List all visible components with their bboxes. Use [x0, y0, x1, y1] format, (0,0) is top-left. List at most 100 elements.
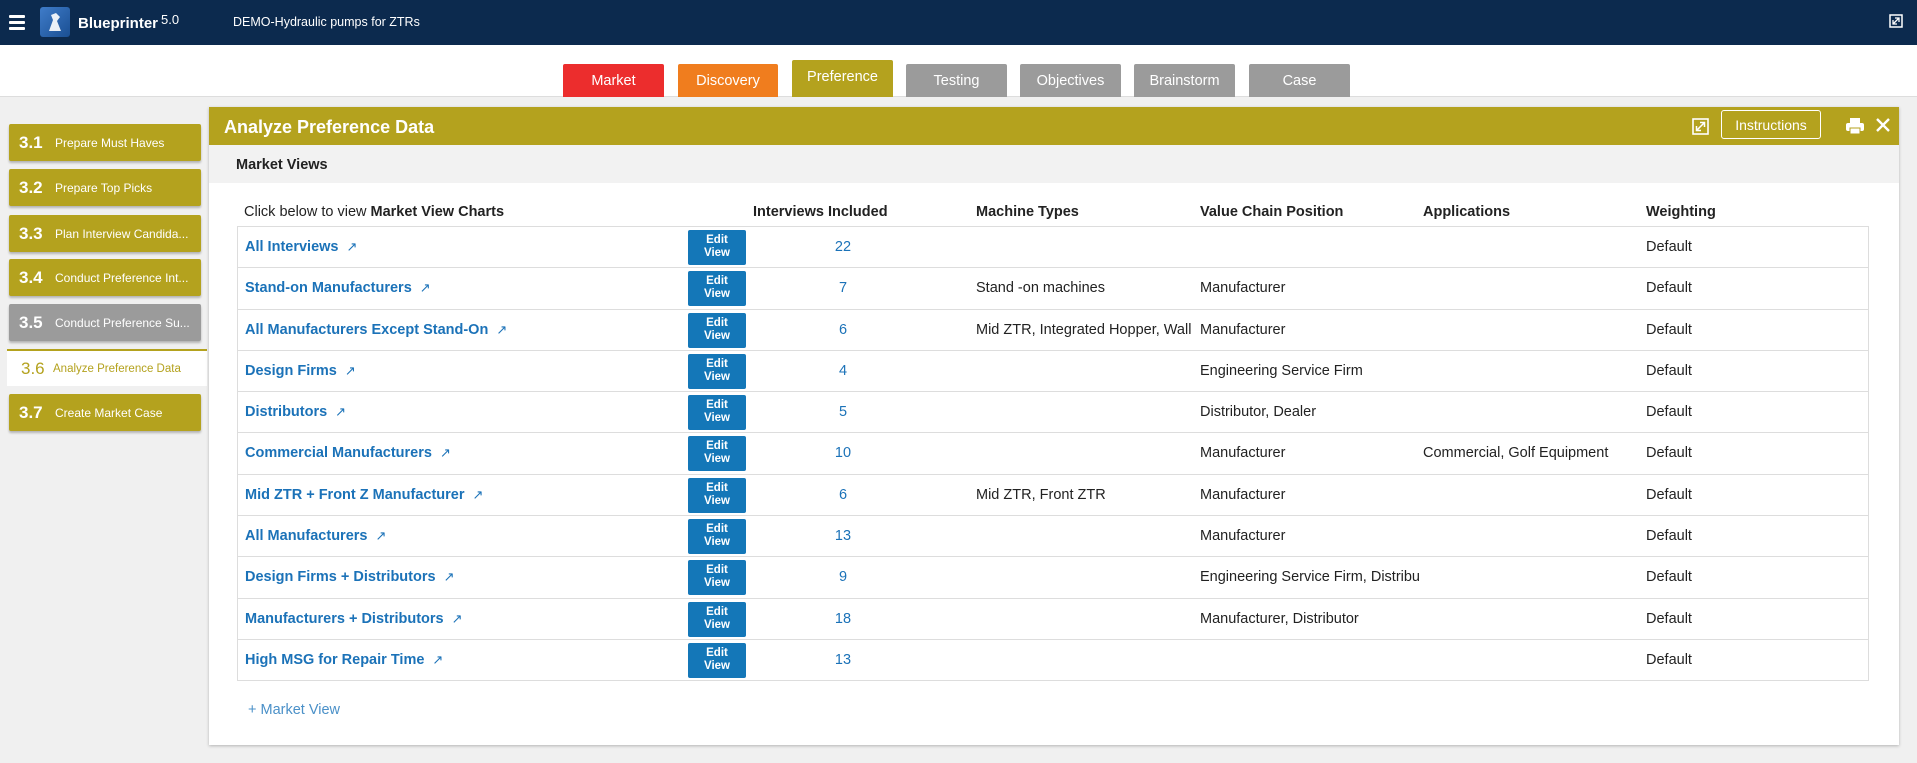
edit-label: Edit — [706, 316, 728, 329]
column-header-applications: Applications — [1423, 204, 1511, 220]
tab-testing[interactable]: Testing — [906, 64, 1007, 97]
project-title: DEMO-Hydraulic pumps for ZTRs — [233, 15, 420, 29]
market-view-link[interactable]: Distributors ↗ — [245, 404, 346, 420]
edit-view-button[interactable]: Edit View — [688, 271, 746, 307]
step-label: Conduct Preference Su... — [55, 315, 190, 330]
open-external-icon[interactable]: ↗ — [345, 363, 356, 379]
open-external-icon[interactable]: ↗ — [473, 487, 484, 503]
sidebar-item-conduct-preference-survey[interactable]: 3.5 Conduct Preference Su... — [9, 304, 201, 341]
market-view-name[interactable]: Manufacturers + Distributors — [245, 611, 444, 627]
interviews-count[interactable]: 13 — [828, 652, 858, 668]
market-view-link[interactable]: Manufacturers + Distributors ↗ — [245, 611, 463, 627]
interviews-count[interactable]: 22 — [828, 239, 858, 255]
interviews-count[interactable]: 10 — [828, 445, 858, 461]
step-number: 3.2 — [19, 177, 43, 197]
tab-market[interactable]: Market — [563, 64, 664, 97]
edit-view-button[interactable]: Edit View — [688, 312, 746, 348]
tab-preference[interactable]: Preference — [792, 60, 893, 97]
open-external-icon[interactable]: ↗ — [346, 239, 357, 255]
print-icon[interactable] — [1845, 117, 1865, 135]
tab-case[interactable]: Case — [1249, 64, 1350, 97]
interviews-count[interactable]: 13 — [828, 528, 858, 544]
value-chain-position: Engineering Service Firm — [1200, 362, 1363, 379]
step-number: 3.5 — [19, 312, 43, 332]
tab-brainstorm[interactable]: Brainstorm — [1134, 64, 1235, 97]
sidebar-item-prepare-top-picks[interactable]: 3.2 Prepare Top Picks — [9, 169, 201, 206]
view-label: View — [704, 329, 730, 342]
sidebar-item-plan-interview[interactable]: 3.3 Plan Interview Candida... — [9, 215, 201, 252]
add-market-view-link[interactable]: + Market View — [248, 702, 340, 718]
open-external-icon[interactable]: ↗ — [432, 652, 443, 668]
market-view-link[interactable]: Commercial Manufacturers ↗ — [245, 445, 451, 461]
open-external-icon[interactable]: ↗ — [444, 569, 455, 585]
edit-view-button[interactable]: Edit View — [688, 230, 746, 265]
step-label: Create Market Case — [55, 405, 163, 420]
open-external-icon[interactable]: ↗ — [335, 404, 346, 420]
interviews-count[interactable]: 4 — [828, 363, 858, 379]
interviews-count[interactable]: 9 — [828, 569, 858, 585]
market-view-name[interactable]: High MSG for Repair Time — [245, 652, 424, 668]
weighting: Default — [1646, 569, 1692, 586]
market-views-table: All Interviews ↗ Edit View 22 Default Stan… — [237, 226, 1869, 682]
step-label: Conduct Preference Int... — [55, 270, 189, 285]
instructions-button[interactable]: Instructions — [1721, 110, 1821, 139]
view-label: View — [704, 618, 730, 631]
open-external-icon[interactable]: ↗ — [440, 445, 451, 461]
sidebar-item-analyze-preference-data[interactable]: 3.6 Analyze Preference Data — [7, 349, 207, 386]
market-view-name[interactable]: Mid ZTR + Front Z Manufacturer — [245, 487, 465, 503]
interviews-count[interactable]: 18 — [828, 611, 858, 627]
edit-view-button[interactable]: Edit View — [688, 353, 746, 389]
market-view-name[interactable]: All Interviews — [245, 239, 338, 255]
step-label: Prepare Top Picks — [55, 180, 153, 195]
interviews-count[interactable]: 5 — [828, 404, 858, 420]
market-view-link[interactable]: All Interviews ↗ — [245, 239, 357, 255]
close-icon[interactable] — [1874, 116, 1892, 134]
interviews-count[interactable]: 6 — [828, 322, 858, 338]
expand-icon[interactable] — [1692, 118, 1709, 135]
app-name: Blueprinter — [78, 15, 159, 32]
sidebar-item-conduct-preference-interviews[interactable]: 3.4 Conduct Preference Int... — [9, 259, 201, 296]
market-view-name[interactable]: All Manufacturers Except Stand-On — [245, 322, 488, 338]
tab-discovery[interactable]: Discovery — [678, 64, 778, 97]
edit-view-button[interactable]: Edit View — [688, 477, 746, 513]
market-view-link[interactable]: Mid ZTR + Front Z Manufacturer ↗ — [245, 487, 483, 503]
open-external-icon[interactable]: ↗ — [452, 611, 463, 627]
weighting: Default — [1646, 445, 1692, 462]
market-view-name[interactable]: All Manufacturers — [245, 528, 367, 544]
market-view-name[interactable]: Design Firms + Distributors — [245, 569, 436, 585]
open-external-icon[interactable]: ↗ — [496, 322, 507, 338]
view-label: View — [704, 536, 730, 549]
edit-view-button[interactable]: Edit View — [688, 436, 746, 472]
open-external-icon[interactable]: ↗ — [420, 280, 431, 296]
column-header-machine-types: Machine Types — [976, 204, 1079, 220]
market-view-link[interactable]: Design Firms + Distributors ↗ — [245, 569, 454, 585]
sidebar-item-create-market-case[interactable]: 3.7 Create Market Case — [9, 394, 201, 431]
market-view-link[interactable]: Design Firms ↗ — [245, 363, 356, 379]
market-view-link[interactable]: Stand-on Manufacturers ↗ — [245, 280, 431, 296]
market-view-link[interactable]: All Manufacturers Except Stand-On ↗ — [245, 322, 507, 338]
tab-objectives[interactable]: Objectives — [1020, 64, 1121, 97]
interviews-count[interactable]: 6 — [828, 487, 858, 503]
edit-view-button[interactable]: Edit View — [688, 395, 746, 431]
fullscreen-icon[interactable] — [1889, 14, 1903, 28]
edit-view-button[interactable]: Edit View — [688, 642, 746, 678]
market-view-name[interactable]: Commercial Manufacturers — [245, 445, 432, 461]
market-view-name[interactable]: Design Firms — [245, 363, 337, 379]
market-view-name[interactable]: Distributors — [245, 404, 327, 420]
table-row: Manufacturers + Distributors ↗ Edit View 1… — [237, 598, 1869, 640]
market-view-name[interactable]: Stand-on Manufacturers — [245, 280, 412, 296]
table-row: Design Firms + Distributors ↗ Edit View 9 … — [237, 557, 1869, 599]
sidebar-item-prepare-must-haves[interactable]: 3.1 Prepare Must Haves — [9, 124, 201, 161]
panel-header: Analyze Preference Data Instructions — [209, 107, 1899, 145]
menu-icon[interactable] — [9, 15, 25, 30]
edit-view-button[interactable]: Edit View — [688, 519, 746, 555]
market-view-link[interactable]: High MSG for Repair Time ↗ — [245, 652, 443, 668]
view-label: View — [704, 288, 730, 301]
edit-view-button[interactable]: Edit View — [688, 560, 746, 596]
edit-view-button[interactable]: Edit View — [688, 601, 746, 637]
market-view-link[interactable]: All Manufacturers ↗ — [245, 528, 386, 544]
interviews-count[interactable]: 7 — [828, 280, 858, 296]
open-external-icon[interactable]: ↗ — [375, 528, 386, 544]
phase-tab-bar: Market Discovery Preference Testing Obje… — [0, 45, 1917, 97]
machine-types: Mid ZTR, Integrated Hopper, Wall — [976, 321, 1192, 338]
